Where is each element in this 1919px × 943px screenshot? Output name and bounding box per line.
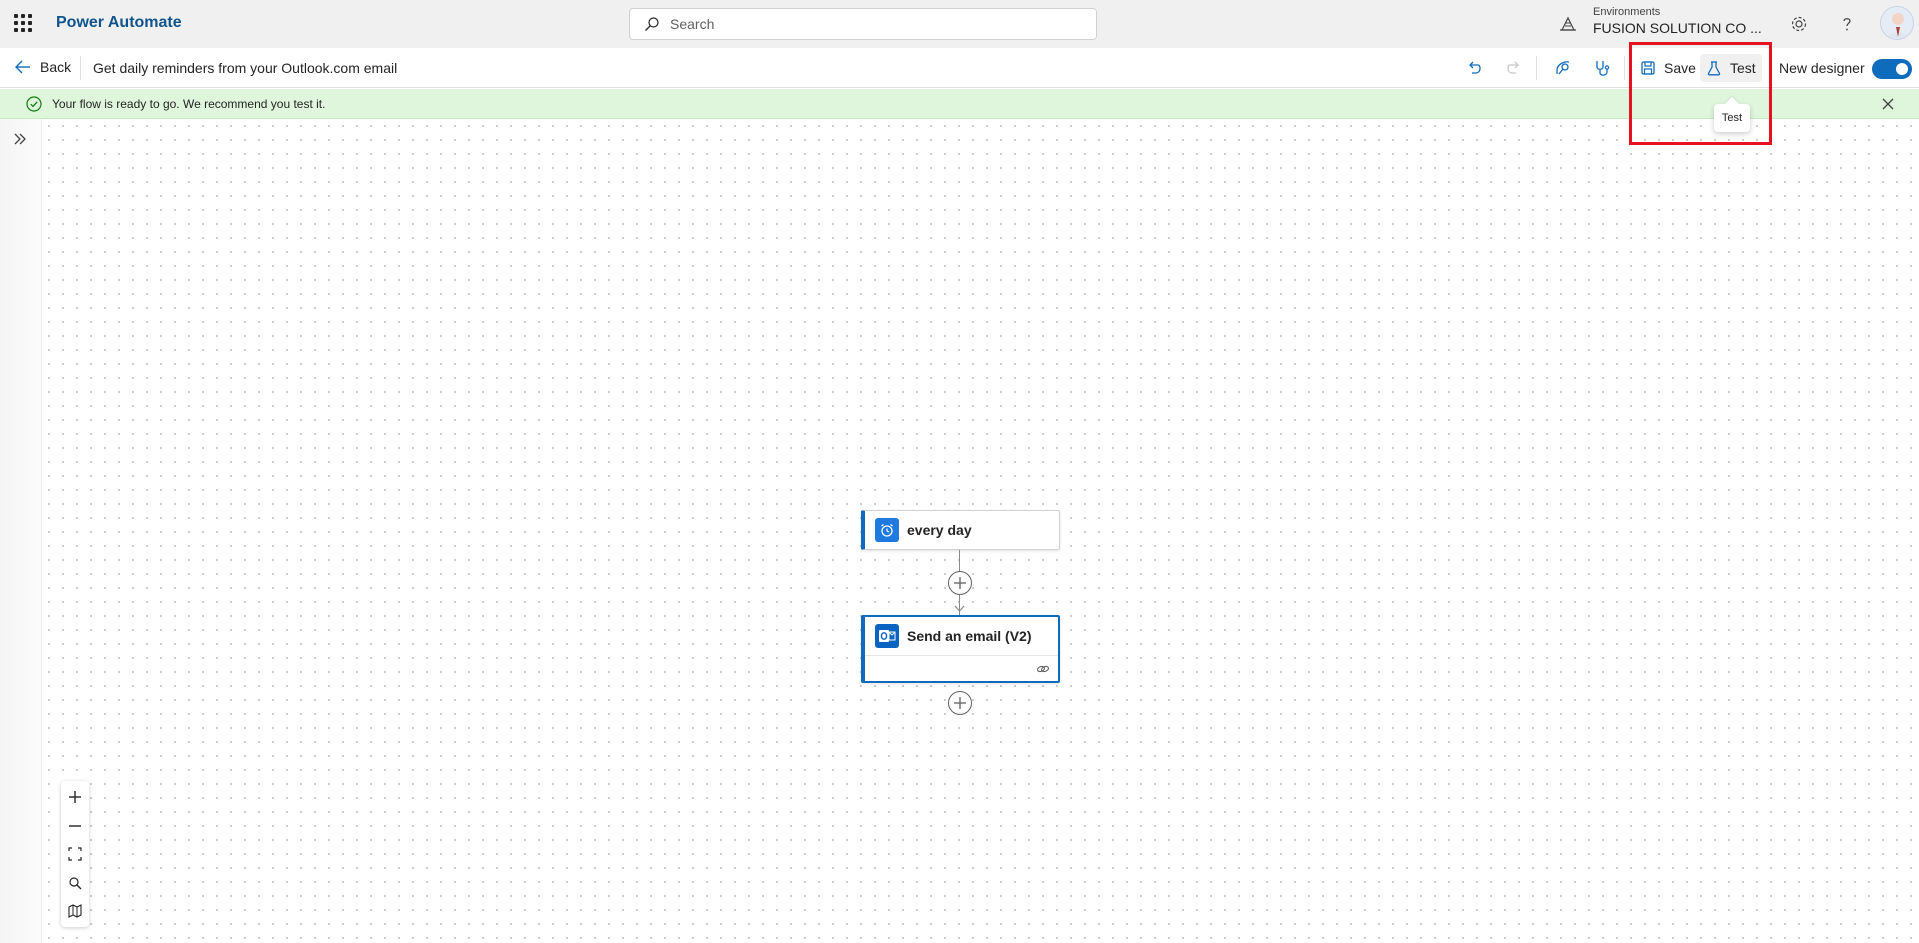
left-rail xyxy=(0,119,42,943)
zoom-search-button[interactable] xyxy=(61,869,89,897)
action-card[interactable]: Send an email (V2) xyxy=(861,615,1060,683)
user-avatar-icon xyxy=(1886,13,1910,39)
trigger-card[interactable]: every day xyxy=(861,510,1060,550)
search-input[interactable]: Search xyxy=(629,8,1097,40)
top-header: Power Automate Search Environments FUSIO… xyxy=(0,0,1919,48)
settings-icon[interactable] xyxy=(1789,14,1809,34)
fit-view-button[interactable] xyxy=(61,840,89,868)
trigger-title: every day xyxy=(907,522,972,538)
environment-icon[interactable] xyxy=(1558,14,1578,34)
toggle-knob xyxy=(1896,63,1908,75)
add-step-button[interactable] xyxy=(948,691,972,715)
flow-title[interactable]: Get daily reminders from your Outlook.co… xyxy=(93,60,397,76)
environment-name[interactable]: FUSION SOLUTION CO ... xyxy=(1593,20,1762,36)
test-tooltip: Test xyxy=(1714,104,1750,132)
save-button[interactable]: Save xyxy=(1634,54,1702,82)
avatar[interactable] xyxy=(1880,6,1914,40)
arrow-head-icon xyxy=(954,605,965,612)
success-check-icon xyxy=(26,96,42,112)
back-label: Back xyxy=(40,59,72,75)
plus-icon xyxy=(954,577,966,589)
save-icon xyxy=(1641,61,1655,75)
plus-icon xyxy=(69,791,81,803)
app-name[interactable]: Power Automate xyxy=(56,14,182,32)
expand-icon[interactable] xyxy=(10,129,30,149)
fit-view-icon xyxy=(68,847,82,861)
environment-label: Environments xyxy=(1593,6,1661,18)
help-icon[interactable] xyxy=(1837,14,1857,34)
command-bar: Back Get daily reminders from your Outlo… xyxy=(0,48,1919,88)
minimap-button[interactable] xyxy=(61,897,89,925)
beaker-icon xyxy=(1707,61,1721,76)
flow-checker-icon[interactable] xyxy=(1553,58,1573,78)
waffle-icon[interactable] xyxy=(12,12,34,34)
zoom-search-icon xyxy=(69,877,82,890)
stethoscope-icon[interactable] xyxy=(1592,58,1612,78)
action-title: Send an email (V2) xyxy=(907,628,1032,644)
search-placeholder: Search xyxy=(670,16,715,32)
divider xyxy=(80,56,81,80)
zoom-controls xyxy=(61,781,89,927)
minus-icon xyxy=(69,825,81,827)
back-arrow-icon xyxy=(15,60,30,74)
outlook-icon xyxy=(875,624,899,648)
alarm-clock-icon xyxy=(875,518,899,542)
minimap-icon xyxy=(68,904,82,918)
zoom-out-button[interactable] xyxy=(61,812,89,840)
message-text: Your flow is ready to go. We recommend y… xyxy=(52,97,326,111)
divider xyxy=(1536,56,1537,80)
test-label: Test xyxy=(1730,60,1756,76)
zoom-in-button[interactable] xyxy=(61,783,89,811)
action-footer xyxy=(865,655,1058,681)
new-designer-toggle[interactable] xyxy=(1872,59,1912,79)
save-label: Save xyxy=(1664,60,1696,76)
new-designer-label: New designer xyxy=(1779,60,1865,76)
divider xyxy=(1624,56,1625,80)
test-button[interactable]: Test xyxy=(1700,54,1762,82)
link-icon[interactable] xyxy=(1036,662,1050,676)
insert-step-button[interactable] xyxy=(948,571,972,595)
back-button[interactable]: Back xyxy=(14,58,71,76)
redo-icon[interactable] xyxy=(1504,58,1524,78)
undo-icon[interactable] xyxy=(1464,58,1484,78)
search-icon xyxy=(645,17,659,31)
plus-icon xyxy=(954,697,966,709)
message-bar: Your flow is ready to go. We recommend y… xyxy=(0,89,1919,119)
close-icon[interactable] xyxy=(1880,96,1896,112)
